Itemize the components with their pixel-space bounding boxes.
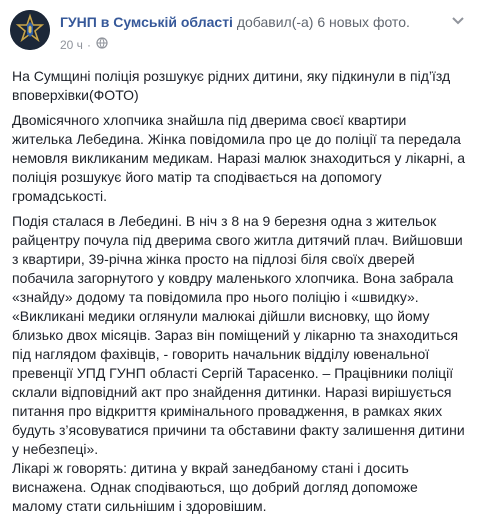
- post-timestamp[interactable]: 20 ч: [60, 38, 83, 52]
- meta-separator: ·: [86, 37, 91, 52]
- globe-icon[interactable]: [96, 37, 108, 52]
- post-action-text: добавил(-а) 6 новых фото.: [236, 14, 410, 30]
- police-badge-icon: [10, 10, 50, 50]
- chevron-down-icon[interactable]: [449, 14, 467, 28]
- post-paragraph: Подія сталася в Лебедині. В ніч з 8 на 9…: [12, 213, 465, 514]
- post-paragraph: Двомісячного хлопчика знайшла під дверим…: [12, 112, 466, 204]
- post-header: ГУНП в Сумській області добавил(-а) 6 но…: [10, 8, 469, 56]
- author-line: ГУНП в Сумській області добавил(-а) 6 но…: [60, 14, 410, 30]
- page-name-link[interactable]: ГУНП в Сумській області: [60, 14, 233, 30]
- post-headline: На Сумщині поліція розшукує рідних дитин…: [12, 68, 451, 103]
- page-avatar[interactable]: [10, 10, 50, 50]
- facebook-post: ГУНП в Сумській області добавил(-а) 6 но…: [0, 0, 479, 531]
- post-body: На Сумщині поліція розшукує рідних дитин…: [12, 67, 467, 516]
- post-meta: 20 ч ·: [60, 37, 108, 52]
